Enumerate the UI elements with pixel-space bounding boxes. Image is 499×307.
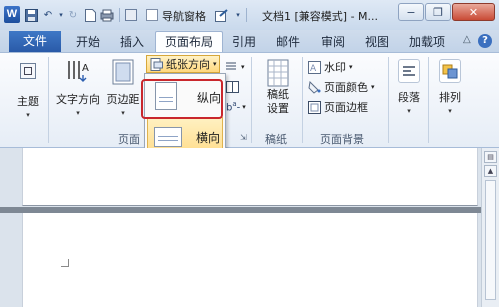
margin-corner-mark [61,259,69,267]
group-divider [388,57,389,143]
margins-button[interactable]: 页边距 ▾ [104,59,142,117]
draft-paper-icon [266,59,290,87]
portrait-highlight-box [141,79,223,119]
document-area: ▤ ▲ [0,148,499,307]
undo-icon[interactable]: ↶ [41,8,55,22]
draft-paper-label-line1: 稿纸 [267,88,289,101]
page-border-label: 页面边框 [324,101,368,114]
group-divider [302,57,303,143]
tab-addins[interactable]: 加载项 [402,32,452,52]
margins-dropdown-icon: ▾ [121,109,125,117]
margins-label: 页边距 [106,93,140,106]
page-color-icon [308,80,321,94]
hyphenation-button[interactable]: ba- ▾ [226,99,246,115]
tab-home[interactable]: 开始 [68,32,108,52]
paragraph-label: 段落 [398,91,420,104]
orientation-button[interactable]: 纸张方向 ▾ [146,55,220,73]
group-divider [48,57,49,143]
save-icon[interactable] [24,8,38,22]
qat-dropdown-icon[interactable]: ▾ [231,8,245,22]
arrange-button[interactable]: 排列 ▾ [432,59,468,115]
group-divider [428,57,429,143]
word-logo-icon[interactable]: W [4,6,20,23]
page-color-button[interactable]: 页面颜色 ▾ [308,79,375,95]
columns-button[interactable] [226,79,239,95]
page-setup-group-label: 页面 [118,133,140,146]
themes-label: 主题 [17,95,39,108]
ruler-toggle-icon[interactable]: ▤ [484,151,497,163]
close-button[interactable]: ✕ [452,3,495,21]
draft-paper-button[interactable]: 稿纸 设置 [258,59,298,116]
arrange-dropdown-icon: ▾ [448,107,452,115]
collapse-ribbon-icon[interactable]: △ [463,34,471,45]
size-button[interactable]: ▾ [226,59,245,75]
watermark-icon: A [308,60,321,74]
text-direction-button[interactable]: A 文字方向 ▾ [52,59,104,117]
arrange-label: 排列 [439,91,461,104]
new-document-icon[interactable] [83,8,97,22]
paragraph-button[interactable]: 段落 ▾ [392,59,426,115]
tab-mailings[interactable]: 邮件 [268,32,308,52]
title-bar: W ↶ ▾ ↻ 导航窗格 ▾ 文档1 [兼容模式] - M... − ❐ ✕ [0,0,499,30]
page-border-icon [308,100,321,114]
watermark-button[interactable]: A 水印 ▾ [308,59,353,75]
group-divider [251,57,252,143]
page-setup-launcher-icon[interactable]: ⇲ [240,133,247,142]
watermark-label: 水印 [324,61,346,74]
page-2[interactable] [22,213,478,307]
orientation-dropdown-icon: ▾ [213,60,217,68]
landscape-page-icon [154,127,182,147]
draft-paper-group-label: 稿纸 [265,133,287,146]
scroll-up-icon[interactable]: ▲ [484,165,497,177]
vertical-scrollbar[interactable]: ▤ ▲ [481,148,499,307]
text-direction-label: 文字方向 [56,93,100,106]
tab-page-layout[interactable]: 页面布局 [155,31,223,52]
tab-references[interactable]: 引用 [226,32,262,52]
qat-divider [119,8,120,22]
tab-file[interactable]: 文件 [9,31,61,52]
orientation-icon [150,57,163,71]
tab-view[interactable]: 视图 [357,32,397,52]
page-background-group-label: 页面背景 [320,133,364,146]
title-divider [246,8,247,22]
page-border-button[interactable]: 页面边框 [308,99,368,115]
minimize-button[interactable]: − [398,3,424,21]
paragraph-dropdown-icon: ▾ [407,107,411,115]
ribbon-tab-bar: 文件 开始 插入 页面布局 引用 邮件 审阅 视图 加载项 △ ? [0,30,499,52]
svg-text:A: A [82,63,89,74]
draft-paper-label-line2: 设置 [267,102,289,115]
text-direction-dropdown-icon: ▾ [76,109,80,117]
theme-preview-icon[interactable] [20,63,36,79]
nav-pane-checkbox[interactable] [146,9,158,21]
nav-pane-label: 导航窗格 [162,10,206,23]
page-color-label: 页面颜色 [324,81,368,94]
ribbon: 主题 ▾ A 文字方向 ▾ 页边距 ▾ 页面 ▾ ba- ▾ ⇲ 稿纸 设置 稿… [0,52,499,148]
document-title: 文档1 [兼容模式] - M... [262,10,379,23]
redo-icon[interactable]: ↻ [66,8,80,22]
themes-dropdown-icon: ▾ [26,111,30,119]
margins-icon [111,59,135,85]
open-icon[interactable] [124,8,138,22]
tab-insert[interactable]: 插入 [112,32,152,52]
restore-button[interactable]: ❐ [425,3,451,21]
text-direction-icon: A [66,59,90,85]
customize-icon[interactable] [215,8,229,22]
page-1[interactable] [22,148,478,206]
svg-text:A: A [310,64,317,74]
themes-button[interactable]: 主题 ▾ [12,93,44,119]
arrange-icon [439,59,461,83]
tab-review[interactable]: 审阅 [313,32,353,52]
print-preview-icon[interactable] [100,8,114,22]
paragraph-icon [398,59,420,83]
scrollbar-thumb[interactable] [485,180,496,300]
help-icon[interactable]: ? [478,34,492,48]
landscape-label: 横向 [196,131,221,145]
orientation-label: 纸张方向 [166,58,210,71]
